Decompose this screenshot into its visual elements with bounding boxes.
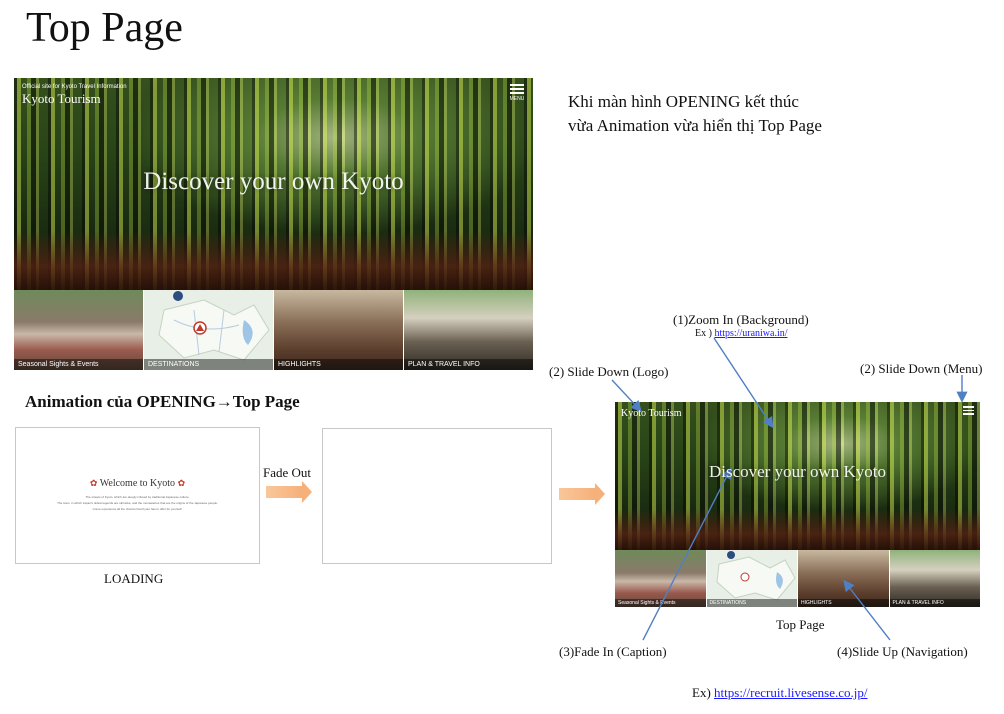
nav-tile-label: DESTINATIONS — [706, 599, 797, 607]
menu-label: MENU — [509, 96, 525, 102]
nav-tile-seasonal-small[interactable]: Seasonal Sights & Events — [615, 550, 706, 607]
example-prefix: Ex) — [692, 685, 715, 700]
site-tagline: Official site for Kyoto Travel Informati… — [22, 84, 127, 90]
animation-heading: Animation của OPENING→Top Page — [25, 392, 300, 411]
nav-tile-label: HIGHLIGHTS — [274, 359, 403, 370]
annotation-slide-down-menu: (2) Slide Down (Menu) — [860, 361, 983, 376]
nav-tile-label: Seasonal Sights & Events — [14, 359, 143, 370]
uraniwa-link[interactable]: https://uraniwa.in/ — [714, 328, 787, 339]
hero-caption-small: Discover your own Kyoto — [708, 462, 887, 481]
annotation-slide-down-logo: (2) Slide Down (Logo) — [549, 364, 669, 379]
annotation-fade-in-caption: (3)Fade In (Caption) — [559, 644, 667, 659]
nav-tile-label: PLAN & TRAVEL INFO — [404, 359, 533, 370]
blank-screen-preview — [322, 428, 552, 564]
flower-icon: ✿ — [177, 478, 186, 488]
welcome-text: The streets of Kyoto, which are deeply i… — [36, 494, 239, 512]
loading-label: LOADING — [104, 571, 164, 586]
menu-button-small[interactable] — [962, 406, 974, 417]
small-navigation: Seasonal Sights & Events DESTINATIONS HI… — [615, 550, 980, 607]
nav-tile-label: Seasonal Sights & Events — [615, 599, 706, 607]
hero-small-preview: Kyoto Tourism Discover your own Kyoto — [615, 402, 980, 550]
hamburger-icon-bar — [510, 88, 524, 90]
nav-tile-highlights[interactable]: HIGHLIGHTS — [274, 290, 403, 370]
hamburger-icon-bar — [510, 92, 524, 94]
hamburger-icon-bar — [962, 413, 974, 415]
top-page-label: Top Page — [776, 617, 825, 632]
hero-main-preview: Official site for Kyoto Travel Informati… — [14, 78, 533, 290]
opening-note: Khi màn hình OPENING kết thúc vừa Animat… — [568, 90, 822, 138]
welcome-title-row: ✿ Welcome to Kyoto ✿ — [16, 478, 259, 489]
nav-tile-destinations-small[interactable]: DESTINATIONS — [706, 550, 797, 607]
annotation-zoom-in: (1)Zoom In (Background) — [673, 312, 809, 327]
right-arrow-icon — [266, 481, 312, 503]
nav-tile-plan-travel-small[interactable]: PLAN & TRAVEL INFO — [889, 550, 980, 607]
main-navigation: Seasonal Sights & Events DESTINATIONS HI… — [14, 290, 533, 370]
note-line-2: vừa Animation vừa hiển thị Top Page — [568, 116, 822, 135]
welcome-line: Come experience all the charms that Kyot… — [92, 507, 183, 511]
hero-caption: Discover your own Kyoto — [143, 168, 404, 195]
loading-screen-preview: ✿ Welcome to Kyoto ✿ The streets of Kyot… — [15, 427, 260, 564]
annotation-zoom-in-example: Ex ) https://uraniwa.in/ — [695, 328, 788, 339]
flower-icon: ✿ — [89, 478, 98, 488]
nav-tile-label: HIGHLIGHTS — [798, 599, 889, 607]
annotation-example-2: Ex) https://recruit.livesense.co.jp/ — [692, 685, 867, 701]
fade-out-label: Fade Out — [263, 465, 312, 480]
hamburger-icon-bar — [962, 409, 974, 411]
annotation-slide-up-navigation: (4)Slide Up (Navigation) — [837, 644, 968, 659]
nav-tile-highlights-small[interactable]: HIGHLIGHTS — [798, 550, 889, 607]
menu-button[interactable]: MENU — [509, 84, 525, 102]
right-arrow-icon — [559, 483, 605, 505]
nav-tile-label: DESTINATIONS — [144, 359, 273, 370]
welcome-title: Welcome to Kyoto — [99, 478, 176, 489]
livesense-link[interactable]: https://recruit.livesense.co.jp/ — [714, 685, 867, 700]
page-title: Top Page — [26, 5, 183, 51]
hamburger-icon — [510, 84, 524, 86]
nav-tile-plan-travel[interactable]: PLAN & TRAVEL INFO — [404, 290, 533, 370]
nav-tile-destinations[interactable]: DESTINATIONS — [144, 290, 273, 370]
site-logo[interactable]: Kyoto Tourism — [22, 91, 101, 107]
example-prefix: Ex ) — [695, 328, 715, 339]
note-line-1: Khi màn hình OPENING kết thúc — [568, 92, 799, 111]
nav-tile-label: PLAN & TRAVEL INFO — [889, 599, 980, 607]
map-illustration — [158, 291, 270, 361]
nav-tile-seasonal[interactable]: Seasonal Sights & Events — [14, 290, 143, 370]
hamburger-icon — [962, 406, 974, 408]
site-logo-small[interactable]: Kyoto Tourism — [621, 408, 682, 419]
